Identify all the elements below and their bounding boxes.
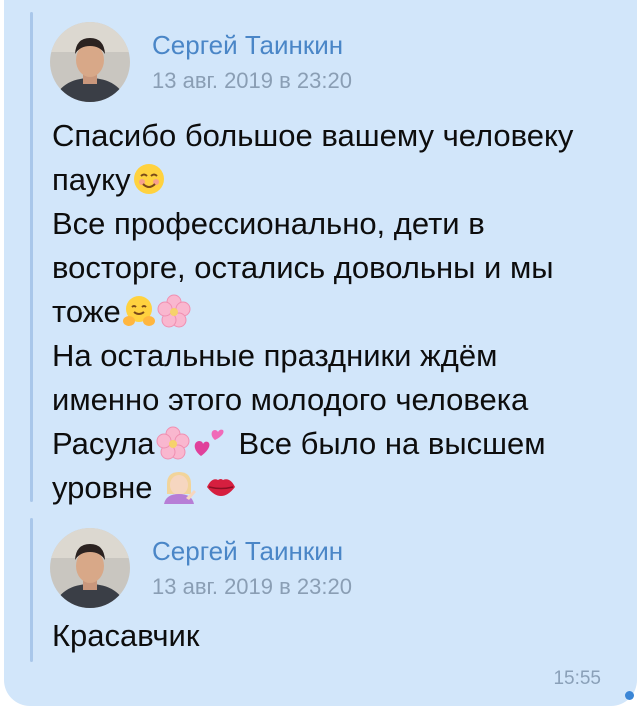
- unread-dot: [625, 691, 634, 700]
- two-hearts-emoji-icon: [194, 429, 224, 456]
- message-line: На остальные праздники ждём: [52, 338, 498, 373]
- message-date: 13 авг. 2019 в 23:20: [152, 68, 352, 93]
- avatar[interactable]: [50, 22, 130, 102]
- message-time: 15:55: [553, 668, 601, 689]
- message-text: Спасибо большое вашему человеку пауку Вс…: [52, 114, 622, 510]
- author-name[interactable]: Сергей Таинкин: [152, 30, 343, 61]
- message-line: пауку: [52, 162, 131, 197]
- smiling-blush-emoji-icon: [133, 164, 164, 194]
- message-line: Расула: [52, 426, 155, 461]
- message-text: Красавчик: [52, 618, 200, 653]
- hugging-face-emoji-icon: [122, 296, 155, 326]
- author-name[interactable]: Сергей Таинкин: [152, 536, 343, 567]
- message-line: Все профессионально, дети в: [52, 206, 485, 241]
- forward-bar: [30, 12, 33, 502]
- message-line: именно этого молодого человека: [52, 382, 529, 417]
- cherry-blossom-emoji-icon: [156, 426, 190, 460]
- woman-tipping-hand-emoji-icon: [164, 472, 197, 504]
- message-line: уровне: [52, 470, 153, 505]
- forward-bar: [30, 518, 33, 662]
- message-date: 13 авг. 2019 в 23:20: [152, 574, 352, 599]
- avatar[interactable]: [50, 528, 130, 608]
- message-line: Спасибо большое вашему человеку: [52, 118, 574, 153]
- message-bubble[interactable]: Сергей Таинкин 13 авг. 2019 в 23:20 Спас…: [4, 0, 637, 706]
- avatar-photo-icon: [50, 22, 130, 102]
- message-line: Все было на высшем: [238, 426, 546, 461]
- kiss-mark-emoji-icon: [207, 479, 236, 496]
- message-line: восторге, остались довольны и мы: [52, 250, 554, 285]
- message-line: тоже: [52, 294, 121, 329]
- cherry-blossom-emoji-icon: [157, 294, 191, 328]
- avatar-photo-icon: [50, 528, 130, 608]
